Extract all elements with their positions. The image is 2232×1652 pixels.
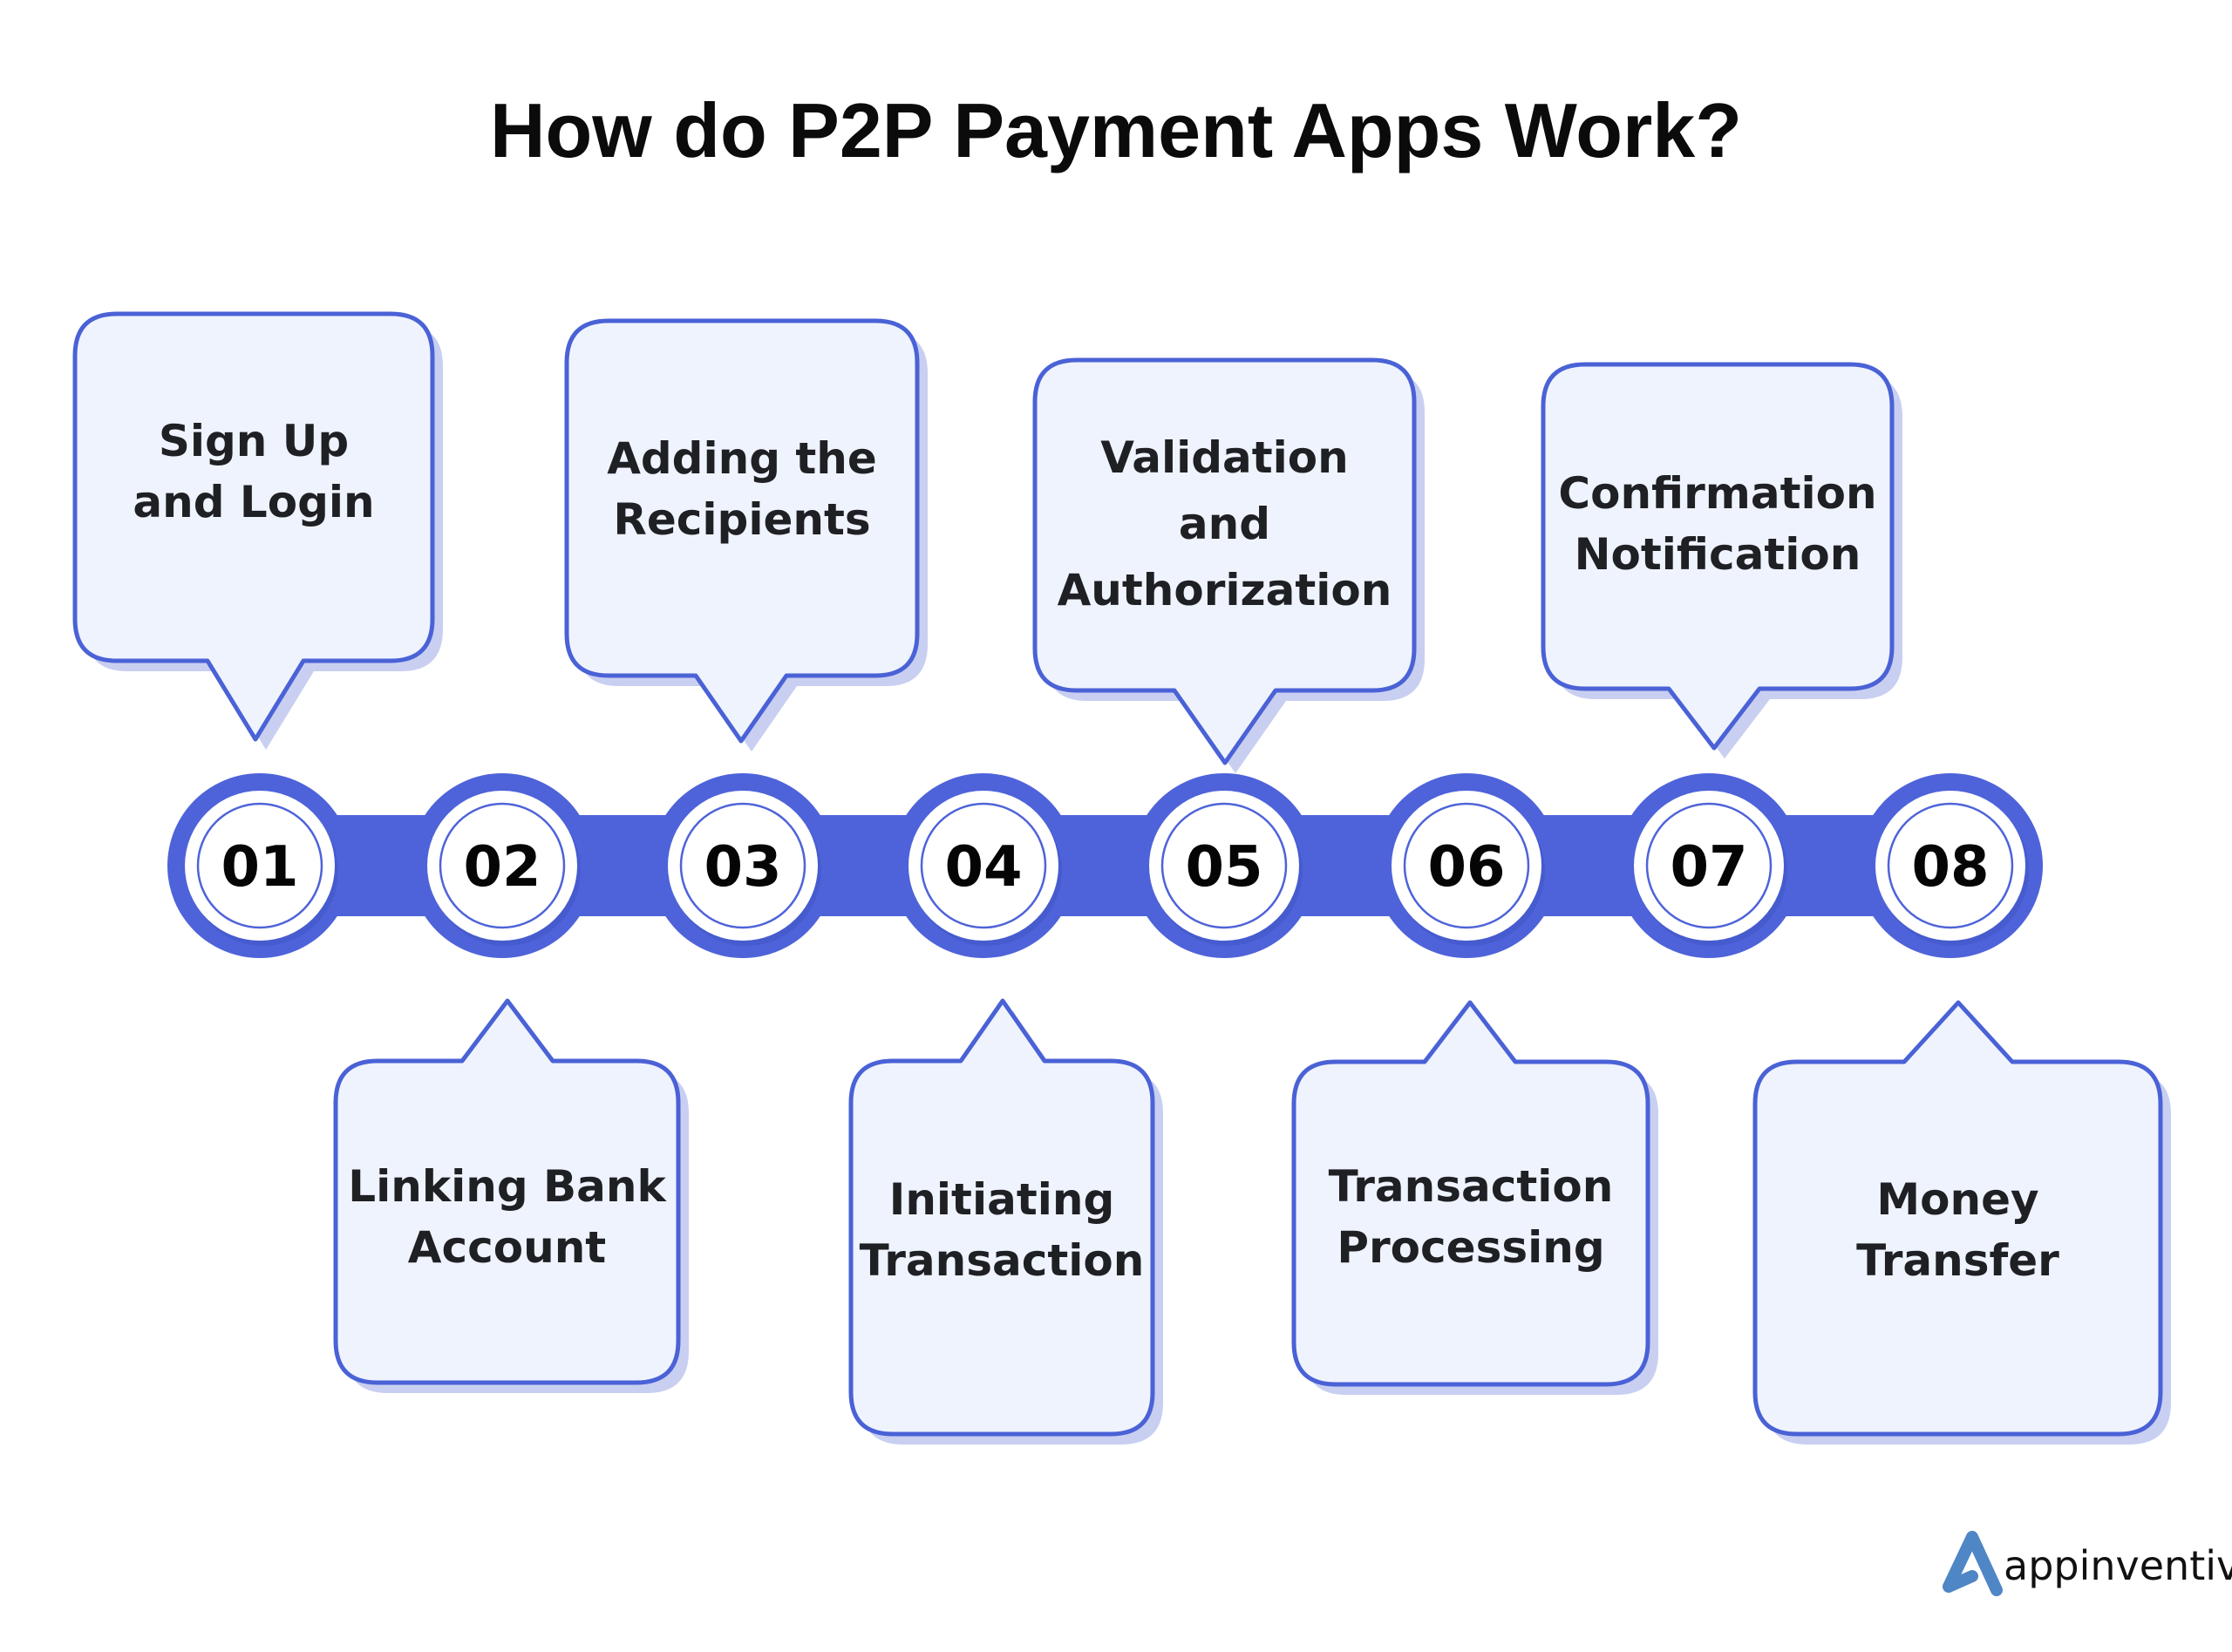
callout-label-line: Transaction <box>860 1235 1145 1286</box>
step-number: 03 <box>704 835 781 900</box>
callout-label-line: Processing <box>1337 1222 1604 1273</box>
callout-label-line: Confirmation <box>1558 468 1876 519</box>
callout-label-line: Authorization <box>1058 565 1392 615</box>
step-node-05: 05 <box>1132 773 1317 958</box>
callout-label-line: Linking Bank <box>348 1161 667 1212</box>
brand-logo: appinventiv <box>1943 1531 2232 1596</box>
callout-step-01: Sign Up and Login <box>72 311 443 750</box>
logo-text: appinventiv <box>2004 1542 2232 1589</box>
step-chain: 01 02 03 04 05 06 07 08 <box>167 773 2043 958</box>
step-number: 05 <box>1185 835 1262 900</box>
step-node-08: 08 <box>1858 773 2043 958</box>
callout-label-line: Adding the <box>607 433 877 484</box>
callout-label-line: Initiating <box>889 1174 1115 1225</box>
callout-step-06: Transaction Processing <box>1291 1000 1658 1395</box>
step-number: 06 <box>1427 835 1505 900</box>
callout-label-line: Sign Up <box>159 416 349 466</box>
step-number: 02 <box>463 835 541 900</box>
step-node-06: 06 <box>1374 773 1559 958</box>
callout-label-line: Account <box>408 1222 606 1273</box>
step-node-02: 02 <box>410 773 595 958</box>
callout-step-04: Initiating Transaction <box>848 998 1163 1445</box>
callout-label-line: and Login <box>133 477 374 527</box>
step-number: 07 <box>1670 835 1747 900</box>
step-number: 08 <box>1911 835 1989 900</box>
callout-label-line: and <box>1179 499 1270 549</box>
callout-label-line: Validation <box>1100 432 1349 483</box>
callout-label-line: Notification <box>1575 529 1861 580</box>
callout-step-02: Linking Bank Account <box>333 998 689 1393</box>
callout-label-line: Transfer <box>1856 1235 2059 1286</box>
callout-bubble <box>1032 357 1417 765</box>
step-number: 01 <box>221 835 298 900</box>
appinventiv-a-icon <box>1943 1531 2003 1596</box>
step-node-03: 03 <box>650 773 835 958</box>
step-node-04: 04 <box>891 773 1076 958</box>
step-number: 04 <box>944 835 1022 900</box>
callout-label-line: Money <box>1876 1174 2038 1225</box>
callout-label-line: Recipients <box>613 494 870 545</box>
step-node-07: 07 <box>1616 773 1801 958</box>
step-node-01: 01 <box>167 773 352 958</box>
callout-step-08: Money Transfer <box>1752 1000 2171 1445</box>
callout-label-line: Transaction <box>1329 1161 1614 1212</box>
callout-step-05: Validation and Authorization <box>1032 357 1425 773</box>
diagram-canvas: How do P2P Payment Apps Work? Sign Up and… <box>72 87 2232 1596</box>
page-title: How do P2P Payment Apps Work? <box>490 87 1742 173</box>
callout-step-03: Adding the Recipients <box>564 318 928 751</box>
callout-step-07: Confirmation Notification <box>1541 362 1902 758</box>
